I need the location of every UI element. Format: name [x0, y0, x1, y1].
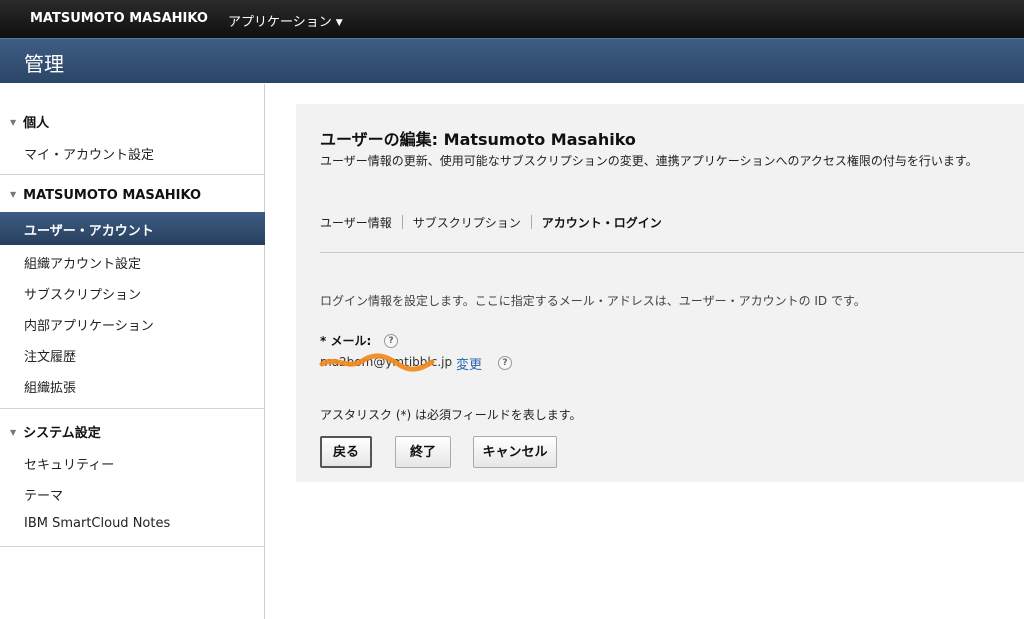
sidebar-section-org[interactable]: ▼ MATSUMOTO MASAHIKO: [10, 188, 201, 203]
sidebar-section-personal[interactable]: ▼ 個人: [10, 112, 49, 131]
cancel-button[interactable]: キャンセル: [473, 436, 557, 468]
sidebar-item-order-history[interactable]: 注文履歴: [24, 346, 76, 365]
page-title: 管理: [24, 52, 64, 76]
tab-subscriptions[interactable]: サブスクリプション: [413, 216, 521, 230]
sidebar-section-system[interactable]: ▼ システム設定: [10, 422, 101, 441]
sidebar-section-label: システム設定: [23, 426, 101, 441]
help-icon[interactable]: ?: [498, 356, 512, 370]
collapse-triangle-icon: ▼: [10, 190, 17, 199]
sidebar-divider: [0, 546, 264, 547]
sidebar-item-theme[interactable]: テーマ: [24, 485, 63, 504]
finish-button[interactable]: 終了: [395, 436, 451, 468]
sidebar-divider: [0, 174, 264, 175]
email-label: * メール:: [320, 334, 372, 348]
sidebar-item-label: ユーザー・アカウント: [24, 224, 154, 239]
edit-user-panel: ユーザーの編集: Matsumoto Masahiko ユーザー情報の更新、使用…: [296, 104, 1024, 482]
tab-user-info[interactable]: ユーザー情報: [320, 216, 392, 230]
tab-separator: [401, 215, 403, 229]
panel-title: ユーザーの編集: Matsumoto Masahiko: [320, 130, 636, 149]
tab-separator: [530, 215, 532, 229]
sidebar-item-org-extensions[interactable]: 組織拡張: [24, 377, 76, 396]
sidebar-item-my-account[interactable]: マイ・アカウント設定: [24, 144, 154, 163]
change-email-link[interactable]: 変更: [456, 354, 482, 373]
top-bar: MATSUMOTO MASAHIKO アプリケーション ▼: [0, 0, 1024, 38]
sidebar-section-label: MATSUMOTO MASAHIKO: [23, 188, 202, 203]
sidebar-section-label: 個人: [23, 116, 50, 131]
tab-divider: [320, 252, 1024, 253]
applications-menu[interactable]: アプリケーション ▼: [228, 11, 343, 30]
sidebar-item-notes[interactable]: IBM SmartCloud Notes: [24, 516, 170, 531]
tab-bar: ユーザー情報 サブスクリプション アカウント・ログイン: [320, 214, 662, 231]
sidebar-item-internal-apps[interactable]: 内部アプリケーション: [24, 315, 154, 334]
required-note: アスタリスク (*) は必須フィールドを表します。: [320, 408, 582, 422]
sidebar-item-user-accounts[interactable]: ユーザー・アカウント: [0, 212, 265, 245]
redaction-scribble: [319, 353, 435, 372]
collapse-triangle-icon: ▼: [10, 118, 17, 127]
sidebar-item-security[interactable]: セキュリティー: [24, 454, 114, 473]
back-button[interactable]: 戻る: [320, 436, 372, 468]
chevron-down-icon: ▼: [335, 18, 343, 28]
sidebar-divider: [0, 408, 264, 409]
login-info-text: ログイン情報を設定します。ここに指定するメール・アドレスは、ユーザー・アカウント…: [320, 294, 866, 308]
account-name: MATSUMOTO MASAHIKO: [30, 11, 208, 26]
tab-account-login[interactable]: アカウント・ログイン: [542, 216, 662, 230]
page-header: 管理: [0, 38, 1024, 83]
panel-subtitle: ユーザー情報の更新、使用可能なサブスクリプションの変更、連携アプリケーションへの…: [320, 154, 978, 168]
help-icon[interactable]: ?: [384, 334, 398, 348]
applications-menu-label: アプリケーション: [228, 15, 332, 30]
sidebar: ▼ 個人 マイ・アカウント設定 ▼ MATSUMOTO MASAHIKO ユーザー・…: [0, 84, 265, 619]
sidebar-item-subscriptions[interactable]: サブスクリプション: [24, 284, 141, 303]
sidebar-item-org-settings[interactable]: 組織アカウント設定: [24, 253, 141, 272]
collapse-triangle-icon: ▼: [10, 428, 17, 437]
